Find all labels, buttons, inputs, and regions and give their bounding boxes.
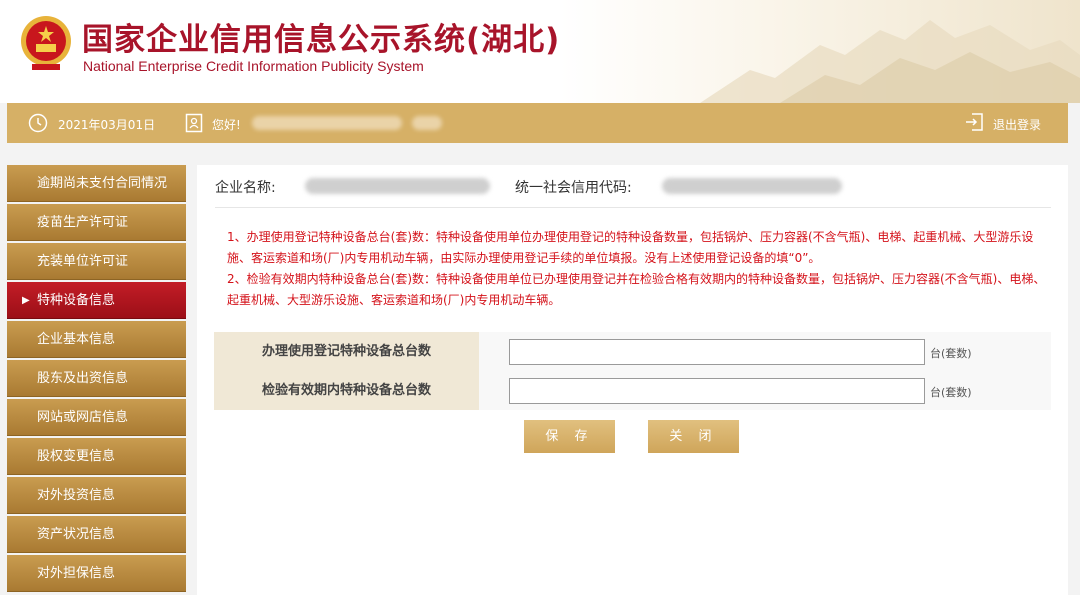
form-row-valid-inspection-total: 检验有效期内特种设备总台数 台(套数) [214, 371, 1051, 410]
unit-label: 台(套数) [930, 386, 972, 399]
sidebar-item-investments[interactable]: 对外投资信息 [7, 477, 186, 514]
registered-total-input[interactable] [509, 339, 925, 365]
site-header: 国家企业信用信息公示系统(湖北) National Enterprise Cre… [0, 0, 1080, 103]
sidebar-item-label: 网站或网店信息 [37, 410, 129, 425]
credit-code-redacted [662, 178, 842, 194]
unit-label: 台(套数) [930, 347, 972, 360]
registered-total-label: 办理使用登记特种设备总台数 [214, 332, 479, 371]
sidebar-item-label: 股东及出资信息 [37, 371, 129, 386]
sidebar-item-basic-info[interactable]: 企业基本信息 [7, 321, 186, 358]
note-2: 2、检验有效期内特种设备总台(套)数：特种设备使用单位已办理使用登记并在检验合格… [227, 272, 1046, 307]
sidebar-item-filling-license[interactable]: 充装单位许可证 [7, 243, 186, 280]
form-row-registered-total: 办理使用登记特种设备总台数 台(套数) [214, 332, 1051, 371]
sidebar-item-special-equipment[interactable]: ▶ 特种设备信息 [7, 282, 186, 319]
sidebar-item-assets[interactable]: 资产状况信息 [7, 516, 186, 553]
sidebar-item-label: 股权变更信息 [37, 449, 116, 464]
main-content: 企业名称: 统一社会信用代码: 1、办理使用登记特种设备总台(套)数：特种设备使… [197, 165, 1068, 595]
sidebar-item-guarantees[interactable]: 对外担保信息 [7, 555, 186, 592]
valid-inspection-total-input[interactable] [509, 378, 925, 404]
save-button[interactable]: 保 存 [524, 420, 615, 453]
sidebar-item-label: 企业基本信息 [37, 332, 116, 347]
input-cell: 台(套数) [479, 332, 1051, 371]
company-name-label: 企业名称: [215, 180, 276, 196]
valid-inspection-total-label: 检验有效期内特种设备总台数 [214, 371, 479, 410]
logout-icon[interactable] [964, 112, 984, 132]
site-title: 国家企业信用信息公示系统(湖北) [82, 22, 561, 58]
sidebar-item-label: 疫苗生产许可证 [37, 215, 129, 230]
sidebar-item-label: 对外担保信息 [37, 566, 116, 581]
input-cell: 台(套数) [479, 371, 1051, 410]
close-button[interactable]: 关 闭 [648, 420, 739, 453]
credit-code-label: 统一社会信用代码: [515, 180, 632, 196]
national-emblem-icon [21, 16, 71, 70]
sidebar-item-label: 充装单位许可证 [37, 254, 129, 269]
sidebar-item-overdue-contracts[interactable]: 逾期尚未支付合同情况 [7, 165, 186, 202]
company-info-row: 企业名称: 统一社会信用代码: [215, 177, 1055, 197]
company-name-redacted [305, 178, 490, 194]
sidebar-item-websites[interactable]: 网站或网店信息 [7, 399, 186, 436]
logout-link[interactable]: 退出登录 [993, 116, 1041, 133]
sidebar-item-equity-changes[interactable]: 股权变更信息 [7, 438, 186, 475]
greeting-text: 您好! [212, 118, 241, 132]
instruction-notes: 1、办理使用登记特种设备总台(套)数：特种设备使用单位办理使用登记的特种设备数量… [227, 227, 1057, 311]
user-card-icon [185, 113, 203, 133]
site-subtitle: National Enterprise Credit Information P… [83, 58, 424, 74]
sidebar-menu: 逾期尚未支付合同情况 疫苗生产许可证 充装单位许可证 ▶ 特种设备信息 企业基本信… [7, 165, 186, 594]
divider [215, 207, 1051, 208]
sidebar-item-vaccine-license[interactable]: 疫苗生产许可证 [7, 204, 186, 241]
username-redacted-tail [412, 116, 442, 130]
username-redacted [252, 116, 402, 130]
clock-icon [28, 113, 48, 133]
sidebar-item-label: 特种设备信息 [37, 293, 116, 308]
equipment-form: 办理使用登记特种设备总台数 台(套数) 检验有效期内特种设备总台数 台(套数) [214, 332, 1051, 410]
sidebar-item-label: 逾期尚未支付合同情况 [37, 176, 168, 191]
active-marker-icon: ▶ [22, 295, 30, 306]
sidebar-item-shareholders[interactable]: 股东及出资信息 [7, 360, 186, 397]
note-1: 1、办理使用登记特种设备总台(套)数：特种设备使用单位办理使用登记的特种设备数量… [227, 230, 1034, 265]
current-date: 2021年03月01日 [58, 118, 156, 132]
sidebar-item-label: 资产状况信息 [37, 527, 116, 542]
top-bar: 2021年03月01日 您好! 退出登录 [7, 103, 1068, 143]
header-mountain-decoration [560, 0, 1080, 103]
sidebar-item-label: 对外投资信息 [37, 488, 116, 503]
